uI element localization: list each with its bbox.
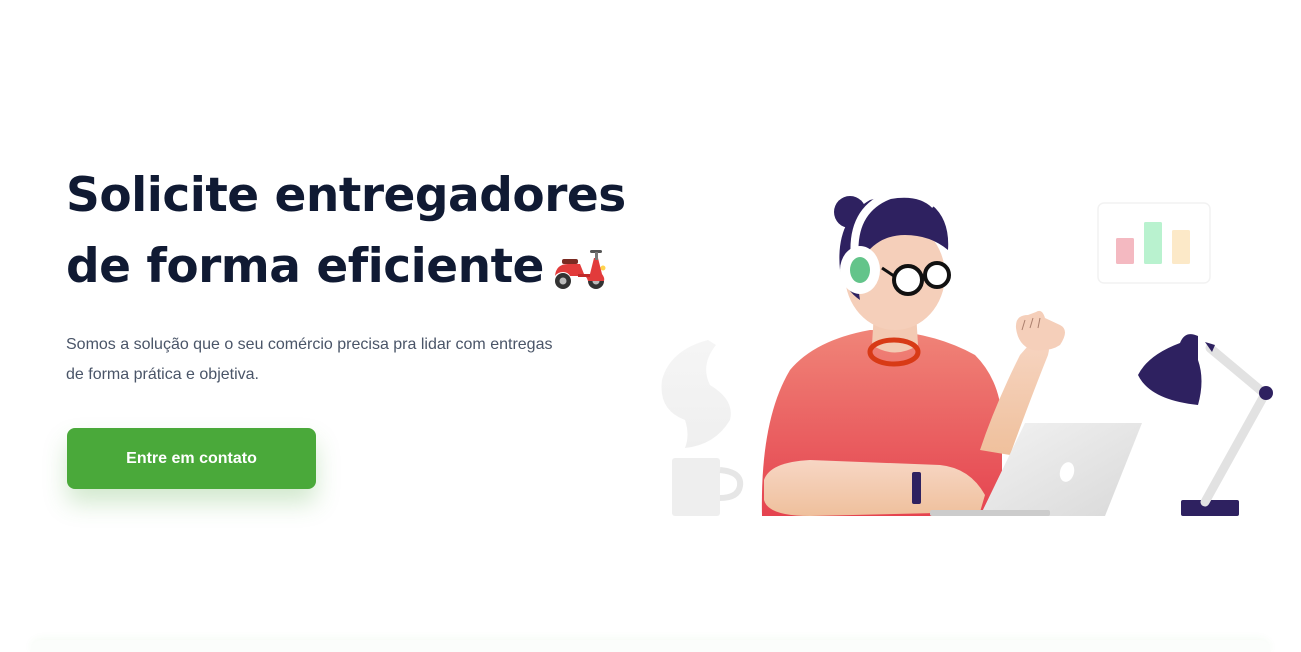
- hero-title-line-2: de forma eficiente: [66, 239, 544, 294]
- hero-subtitle-line-1: Somos a solução que o seu comércio preci…: [66, 336, 553, 353]
- hero-title-line-2-wrap: de forma eficiente: [66, 231, 606, 302]
- mini-chart-bar: [1172, 230, 1190, 264]
- hero-subtitle: Somos a solução que o seu comércio preci…: [66, 330, 586, 390]
- hero-title: Solicite entregadores de forma eficiente: [66, 160, 626, 302]
- person-fist: [1015, 310, 1065, 351]
- coffee-mug: [672, 458, 744, 516]
- steam-shape: [661, 340, 731, 448]
- next-section-edge: [30, 640, 1271, 652]
- hero-title-line-1: Solicite entregadores: [66, 168, 626, 223]
- hero-text: Solicite entregadores de forma eficiente: [66, 160, 626, 390]
- page: Solicite entregadores de forma eficiente: [0, 0, 1301, 652]
- desk-lamp: [1138, 334, 1273, 516]
- hero-illustration: [661, 189, 1273, 516]
- person-forearm: [764, 460, 985, 516]
- mini-chart-bar: [1116, 238, 1134, 264]
- wristwatch: [912, 472, 921, 504]
- hero-subtitle-line-2: de forma prática e objetiva.: [66, 366, 259, 383]
- scooter-icon: [554, 249, 606, 289]
- mini-chart-bar: [1144, 222, 1162, 264]
- mini-chart-card: [1097, 202, 1211, 284]
- contact-button[interactable]: Entre em contato: [67, 428, 316, 489]
